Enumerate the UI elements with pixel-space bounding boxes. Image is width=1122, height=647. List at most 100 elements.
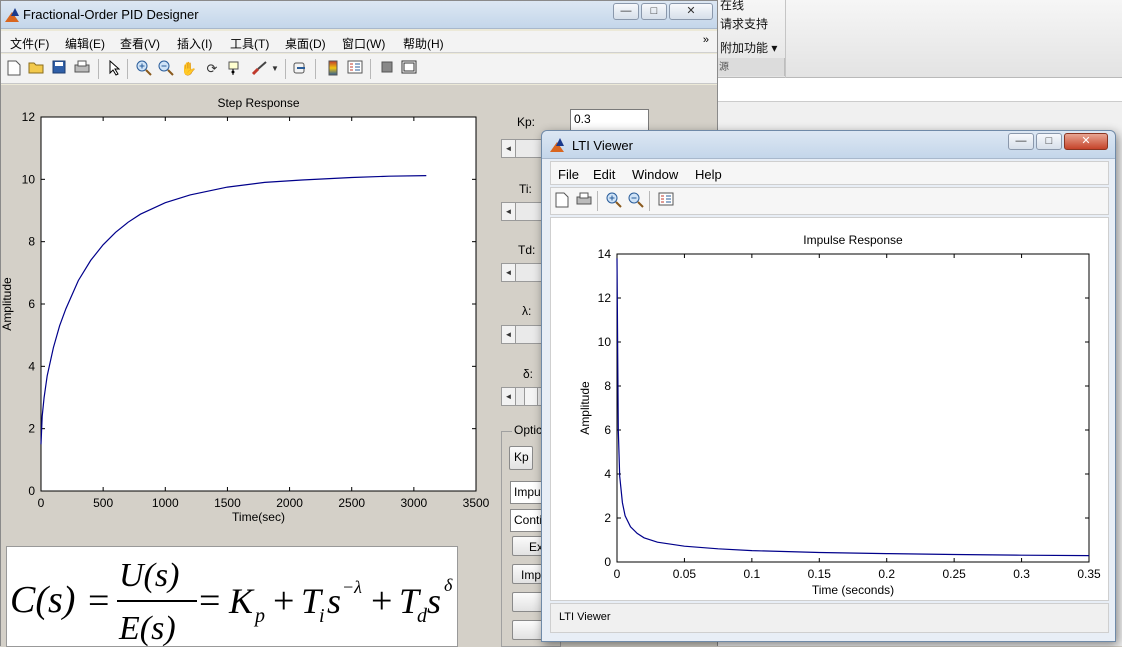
delta-slider[interactable]: ◄	[501, 387, 543, 406]
fopid-equation: C(s) = U(s) E(s) = K p + T i s −λ + T d …	[10, 557, 453, 647]
toolbar-separator	[315, 59, 316, 79]
slider-left-arrow-icon[interactable]: ◄	[502, 203, 516, 220]
eq-plus-1: +	[273, 580, 294, 622]
ti-slider[interactable]: ◄	[501, 202, 543, 221]
menu-insert[interactable]: 插入(I)	[177, 35, 212, 52]
lti-menu-window[interactable]: Window	[632, 167, 678, 182]
pointer-icon[interactable]	[105, 59, 123, 78]
rotate-icon[interactable]: ⟳	[203, 60, 221, 78]
y-tick-label: 0	[604, 555, 611, 569]
lti-toolbar	[550, 187, 1109, 215]
x-tick-label: 0.25	[942, 567, 966, 581]
ribbon-item-request-support[interactable]: 请求支持	[720, 15, 768, 32]
step-response-plot: 0 500 1000 1500 2000 2500 3000 3500 0 2 4 6 8 10 12 Ste…	[1, 96, 490, 524]
lti-close-button[interactable]: ✕	[1064, 133, 1108, 150]
main-menubar: 文件(F) 编辑(E) 查看(V) 插入(I) 工具(T) 桌面(D) 窗口(W…	[1, 31, 717, 53]
slider-left-arrow-icon[interactable]: ◄	[502, 264, 516, 281]
td-slider[interactable]: ◄	[501, 263, 543, 282]
x-tick-label: 3000	[401, 496, 428, 510]
brush-dropdown-icon[interactable]: ▼	[269, 60, 281, 78]
brush-icon[interactable]	[251, 60, 269, 78]
eq-equals-1: =	[88, 580, 109, 622]
slider-left-arrow-icon[interactable]: ◄	[502, 326, 516, 343]
x-tick-label: 0.3	[1013, 567, 1030, 581]
ribbon-item-online[interactable]: 在线	[720, 0, 744, 13]
y-tick-label: 10	[22, 172, 36, 186]
maximize-button[interactable]: □	[641, 3, 667, 20]
ribbon-group-label: 源	[715, 58, 785, 76]
x-tick-label: 2000	[276, 496, 303, 510]
y-tick-label: 8	[604, 379, 611, 393]
y-tick-label: 0	[28, 484, 35, 498]
minimize-button[interactable]: —	[613, 3, 639, 20]
lti-menubar: File Edit Window Help	[550, 161, 1109, 185]
eq-delta-exponent: δ	[444, 575, 453, 595]
lti-menu-edit[interactable]: Edit	[593, 167, 615, 182]
show-tools-icon[interactable]	[400, 60, 418, 78]
menu-view[interactable]: 查看(V)	[120, 35, 160, 52]
pan-icon[interactable]: ✋	[180, 60, 198, 78]
address-bar[interactable]	[715, 78, 1122, 102]
y-tick-label: 14	[598, 247, 612, 261]
lti-titlebar: LTI Viewer — □ ✕	[542, 131, 1115, 159]
kp-input[interactable]: 0.3	[570, 109, 649, 131]
lti-menu-help[interactable]: Help	[695, 167, 722, 182]
toolbar-separator	[98, 59, 99, 79]
print-icon[interactable]	[73, 60, 91, 78]
eq-numerator: U(s)	[119, 557, 179, 594]
colorbar-icon[interactable]	[324, 60, 342, 78]
eq-plus-2: +	[371, 580, 392, 622]
toolbar-separator	[285, 59, 286, 79]
lti-maximize-button[interactable]: □	[1036, 133, 1062, 150]
eq-ti-subscript: i	[319, 605, 325, 627]
ribbon-item-addons[interactable]: 附加功能 ▾	[720, 39, 777, 56]
kp-slider[interactable]: ◄	[501, 139, 543, 158]
save-icon[interactable]	[50, 60, 68, 78]
zoom-out-icon[interactable]	[157, 60, 175, 78]
lti-status-text: LTI Viewer	[559, 611, 611, 623]
lambda-label: λ:	[522, 304, 532, 318]
print-icon[interactable]	[575, 192, 593, 210]
main-toolbar: ✋ ⟳ ▼	[1, 54, 717, 84]
lambda-slider[interactable]: ◄	[501, 325, 543, 344]
menu-desktop[interactable]: 桌面(D)	[285, 35, 326, 52]
x-tick-label: 500	[93, 496, 113, 510]
hide-tools-icon[interactable]	[378, 60, 396, 78]
slider-thumb[interactable]	[524, 388, 538, 405]
menu-window[interactable]: 窗口(W)	[342, 35, 385, 52]
lti-menu-file[interactable]: File	[558, 167, 579, 182]
ribbon-separator	[785, 0, 786, 78]
menu-overflow-icon[interactable]: »	[703, 34, 709, 46]
menu-file[interactable]: 文件(F)	[10, 35, 49, 52]
menu-edit[interactable]: 编辑(E)	[65, 35, 105, 52]
legend-icon[interactable]	[346, 60, 364, 78]
link-icon[interactable]	[291, 60, 309, 78]
legend-icon[interactable]	[657, 192, 675, 210]
ribbon: 在线 请求支持 附加功能 ▾ 源	[715, 0, 1122, 78]
y-axis-label: Amplitude	[1, 277, 14, 331]
x-tick-label: 3500	[463, 496, 490, 510]
menu-help[interactable]: 帮助(H)	[403, 35, 444, 52]
x-tick-label: 0.15	[808, 567, 832, 581]
y-tick-label: 12	[22, 110, 36, 124]
new-icon[interactable]	[553, 192, 571, 210]
zoom-in-icon[interactable]	[605, 192, 623, 210]
x-tick-label: 0	[38, 496, 45, 510]
td-label: Td:	[518, 243, 536, 257]
new-figure-icon[interactable]	[5, 60, 23, 78]
x-tick-label: 1500	[214, 496, 241, 510]
x-tick-label: 0.1	[744, 567, 761, 581]
kp-toggle-button[interactable]: Kp	[509, 446, 533, 470]
slider-left-arrow-icon[interactable]: ◄	[502, 140, 516, 157]
matlab-logo-icon	[5, 8, 19, 22]
close-button[interactable]: ✕	[669, 3, 713, 20]
zoom-out-icon[interactable]	[627, 192, 645, 210]
data-cursor-icon[interactable]	[226, 60, 244, 78]
lti-minimize-button[interactable]: —	[1008, 133, 1034, 150]
zoom-in-icon[interactable]	[135, 60, 153, 78]
y-tick-label: 10	[598, 335, 612, 349]
slider-left-arrow-icon[interactable]: ◄	[502, 388, 516, 405]
open-icon[interactable]	[27, 60, 45, 78]
x-tick-label: 0.35	[1077, 567, 1101, 581]
menu-tools[interactable]: 工具(T)	[230, 35, 269, 52]
